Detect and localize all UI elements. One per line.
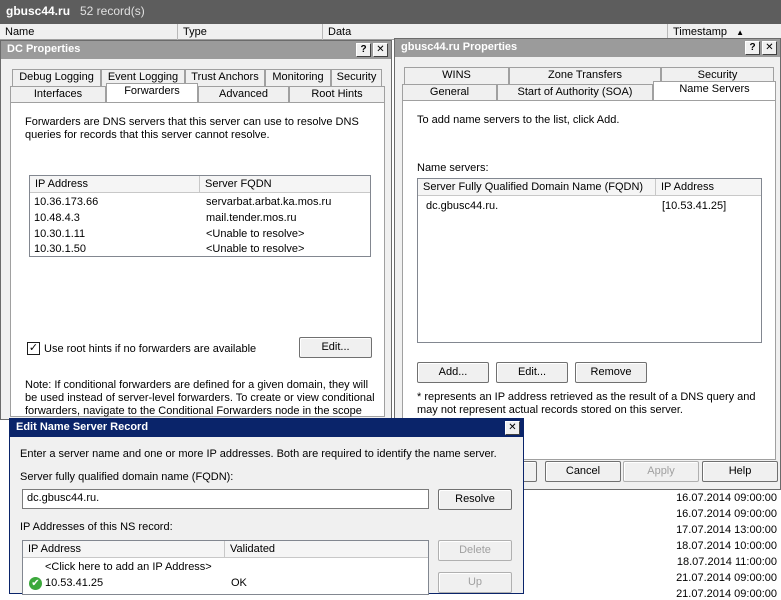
column-type[interactable]: Type — [178, 24, 323, 40]
timestamp-label: Timestamp — [673, 26, 727, 38]
forwarder-fqdn-cell[interactable]: <Unable to resolve> — [206, 228, 304, 240]
tab-name-servers[interactable]: Name Servers — [653, 81, 776, 100]
dialog-title: gbusc44.ru Properties — [401, 41, 518, 53]
close-icon[interactable]: ✕ — [505, 421, 520, 435]
ns-ip-cell[interactable]: 10.53.41.25 — [45, 577, 103, 589]
timestamp-cell: 17.07.2014 13:00:00 — [676, 524, 777, 536]
column-ip-address[interactable]: IP Address — [656, 179, 761, 196]
tab-general[interactable]: General — [402, 84, 497, 101]
close-icon[interactable]: ✕ — [762, 41, 777, 55]
tab-root-hints[interactable]: Root Hints — [289, 86, 385, 103]
add-ip-row[interactable]: <Click here to add an IP Address> — [45, 561, 212, 573]
remove-button[interactable]: Remove — [575, 362, 647, 383]
forwarder-ip-cell[interactable]: 10.36.173.66 — [34, 196, 98, 208]
use-root-hints-label[interactable]: Use root hints if no forwarders are avai… — [44, 343, 256, 356]
tab-forwarders[interactable]: Forwarders — [106, 83, 198, 102]
column-ip-address[interactable]: IP Address — [23, 541, 225, 558]
timestamp-cell: 18.07.2014 10:00:00 — [676, 540, 777, 552]
column-ip-address[interactable]: IP Address — [30, 176, 200, 193]
validated-cell: OK — [231, 577, 247, 589]
name-servers-panel: To add name servers to the list, click A… — [402, 100, 776, 460]
column-server-fqdn[interactable]: Server FQDN — [200, 176, 370, 193]
timestamp-cell: 21.07.2014 09:00:00 — [676, 588, 777, 600]
check-ok-icon: ✔ — [29, 577, 42, 590]
ns-ip-cell[interactable]: [10.53.41.25] — [662, 200, 726, 212]
use-root-hints-checkbox[interactable]: ✓ — [27, 342, 40, 355]
tab-soa[interactable]: Start of Authority (SOA) — [497, 84, 653, 101]
name-servers-list[interactable]: Server Fully Qualified Domain Name (FQDN… — [417, 178, 762, 343]
fqdn-label: Server fully qualified domain name (FQDN… — [20, 471, 234, 483]
forwarder-fqdn-cell[interactable]: mail.tender.mos.ru — [206, 212, 296, 224]
timestamp-cell: 16.07.2014 09:00:00 — [676, 492, 777, 504]
add-button[interactable]: Add... — [417, 362, 489, 383]
cancel-button[interactable]: Cancel — [545, 461, 621, 482]
apply-button[interactable]: Apply — [623, 461, 699, 482]
ns-fqdn-cell[interactable]: dc.gbusc44.ru. — [426, 200, 498, 212]
ns-ip-list[interactable]: IP Address Validated <Click here to add … — [22, 540, 429, 595]
tab-monitoring[interactable]: Monitoring — [265, 69, 331, 86]
ip-addresses-label: IP Addresses of this NS record: — [20, 521, 173, 533]
tab-debug-logging[interactable]: Debug Logging — [12, 69, 101, 86]
tab-advanced[interactable]: Advanced — [198, 86, 289, 103]
dc-properties-dialog: DC Properties ? ✕ Debug Logging Event Lo… — [0, 40, 392, 430]
forwarder-fqdn-cell[interactable]: <Unable to resolve> — [206, 243, 304, 255]
footnote-text: * represents an IP address retrieved as … — [417, 391, 756, 416]
zone-name: gbusc44.ru — [6, 4, 71, 18]
edit-name-server-record-dialog: Edit Name Server Record ✕ Enter a server… — [9, 418, 524, 595]
sort-ascending-icon: ▲ — [736, 28, 744, 37]
help-button[interactable]: Help — [702, 461, 778, 482]
tab-wins[interactable]: WINS — [404, 67, 509, 84]
column-fqdn[interactable]: Server Fully Qualified Domain Name (FQDN… — [418, 179, 656, 196]
instruction-text: To add name servers to the list, click A… — [417, 114, 620, 126]
timestamp-cell: 16.07.2014 09:00:00 — [676, 508, 777, 520]
column-name[interactable]: Name — [0, 24, 178, 40]
edit-button[interactable]: Edit... — [496, 362, 568, 383]
tab-security[interactable]: Security — [331, 69, 382, 86]
up-button[interactable]: Up — [438, 572, 512, 593]
instruction-text: Enter a server name and one or more IP a… — [20, 448, 497, 460]
forwarder-fqdn-cell[interactable]: servarbat.arbat.ka.mos.ru — [206, 196, 331, 208]
help-title-button[interactable]: ? — [745, 41, 760, 55]
forwarder-ip-cell[interactable]: 10.30.1.50 — [34, 243, 86, 255]
records-list: 16.07.2014 09:00:00 16.07.2014 09:00:00 … — [520, 488, 781, 600]
name-servers-label: Name servers: — [417, 162, 489, 174]
dialog-title: DC Properties — [7, 43, 81, 55]
timestamp-cell: 18.07.2014 11:00:00 — [676, 556, 777, 568]
forwarders-panel: Forwarders are DNS servers that this ser… — [10, 102, 385, 430]
forwarders-list[interactable]: IP Address Server FQDN 10.36.173.66 serv… — [29, 175, 371, 257]
forwarders-description: Forwarders are DNS servers that this ser… — [25, 116, 359, 141]
tab-interfaces[interactable]: Interfaces — [10, 86, 106, 103]
dc-properties-titlebar: DC Properties — [1, 41, 391, 59]
delete-button[interactable]: Delete — [438, 540, 512, 561]
edit-ns-titlebar: Edit Name Server Record — [10, 419, 523, 437]
help-title-button[interactable]: ? — [356, 43, 371, 57]
zone-properties-titlebar: gbusc44.ru Properties — [395, 39, 780, 57]
close-icon[interactable]: ✕ — [373, 43, 388, 57]
forwarder-ip-cell[interactable]: 10.48.4.3 — [34, 212, 80, 224]
dialog-title: Edit Name Server Record — [16, 421, 149, 433]
timestamp-cell: 21.07.2014 09:00:00 — [676, 572, 777, 584]
column-validated[interactable]: Validated — [225, 541, 428, 558]
edit-button[interactable]: Edit... — [299, 337, 372, 358]
tab-zone-transfers[interactable]: Zone Transfers — [509, 67, 661, 84]
forwarder-ip-cell[interactable]: 10.30.1.11 — [34, 228, 85, 240]
fqdn-input[interactable]: dc.gbusc44.ru. — [22, 489, 429, 509]
record-count: 52 record(s) — [80, 4, 145, 18]
background-window-titlebar: gbusc44.ru 52 record(s) — [0, 0, 781, 24]
resolve-button[interactable]: Resolve — [438, 489, 512, 510]
